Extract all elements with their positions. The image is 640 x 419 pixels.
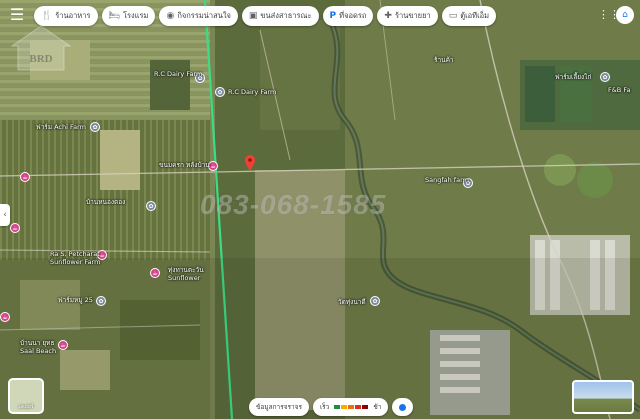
hotel-icon: 🛏 [108, 10, 120, 21]
chip-parking[interactable]: P ที่จอดรถ [322, 6, 374, 26]
camera-icon: ◉ [166, 10, 175, 21]
bus-icon: ▣ [248, 10, 258, 21]
chip-things-to-do[interactable]: ◉ กิจกรรมน่าสนใจ [159, 6, 238, 26]
layers-button[interactable]: เลเยอร์ [8, 378, 44, 414]
place-label[interactable]: ขนมครก หลังบ้าน [159, 161, 210, 169]
parking-icon: P [329, 10, 337, 21]
layers-label: เลเยอร์ [18, 404, 34, 410]
chip-hotels[interactable]: 🛏 โรงแรม [101, 6, 156, 26]
pharmacy-icon: ✚ [384, 10, 392, 21]
place-icon[interactable]: ✿ [600, 72, 610, 82]
location-toggle[interactable] [392, 398, 414, 416]
place-icon[interactable]: ☕ [58, 340, 68, 350]
traffic-scale [334, 405, 369, 409]
apps-grid-icon[interactable]: ⋮⋮ [598, 8, 620, 22]
traffic-info-button[interactable]: ข้อมูลการจราจร [249, 398, 309, 416]
location-dot-icon [399, 403, 407, 411]
place-icon[interactable]: ☕ [10, 223, 20, 233]
place-label[interactable]: ฟาร์มเลี้ยงไก่ [555, 73, 591, 81]
account-avatar[interactable]: ⌂ [616, 6, 634, 24]
place-label[interactable]: บ้านนา ยุทธ Saal Beach [20, 339, 56, 355]
place-icon[interactable]: ✿ [90, 122, 100, 132]
chip-pharmacy[interactable]: ✚ ร้านขายยา [377, 6, 438, 26]
chip-atm[interactable]: ▭ ตู้เอทีเอ็ม [441, 6, 497, 26]
place-icon[interactable]: ✿ [96, 296, 106, 306]
chip-transit[interactable]: ▣ ขนส่งสาธารณะ [241, 6, 319, 26]
place-icon[interactable]: ✿ [370, 296, 380, 306]
place-label[interactable]: R.C Dairy Farm [154, 70, 202, 78]
place-label[interactable]: วัดทุ่งนาดี [338, 298, 366, 306]
category-chip-bar: 🍴 ร้านอาหาร 🛏 โรงแรม ◉ กิจกรรมน่าสนใจ ▣ ขนส่… [34, 6, 497, 28]
restaurant-icon: 🍴 [41, 10, 53, 21]
place-label[interactable]: บ้านหนองตอง [86, 198, 125, 206]
place-label[interactable]: ฟาร์ม Achi Farm [36, 123, 86, 131]
place-icon[interactable]: ✿ [215, 87, 225, 97]
watermark-phone: 083-068-1585 [200, 189, 387, 220]
place-label[interactable]: ทุ่งทานตะวัน Sunflower [168, 266, 204, 282]
place-label[interactable]: F&B Fa [608, 86, 630, 94]
street-view-preview[interactable] [572, 380, 634, 414]
atm-icon: ▭ [448, 10, 458, 21]
location-pin-icon[interactable] [245, 155, 255, 171]
traffic-legend: เร็ว ช้า [312, 398, 389, 416]
watermark-logo-text: BRD [29, 53, 52, 65]
place-label[interactable]: ร้านค้า [434, 56, 454, 64]
place-label[interactable]: Sangfah farm [425, 176, 469, 184]
watermark-logo: BRD [10, 25, 72, 71]
place-icon[interactable]: ☕ [150, 268, 160, 278]
bottom-toolbar: ข้อมูลการจราจร เร็ว ช้า [249, 398, 414, 416]
collapse-side-panel-button[interactable]: ‹ [0, 204, 10, 226]
chip-restaurants[interactable]: 🍴 ร้านอาหาร [34, 6, 98, 26]
place-label[interactable]: R.C Dairy Farm [228, 88, 276, 96]
menu-icon[interactable]: ☰ [6, 6, 28, 26]
place-icon[interactable]: ☕ [20, 172, 30, 182]
place-icon[interactable]: ☕ [0, 312, 10, 322]
place-icon[interactable]: ✿ [146, 201, 156, 211]
satellite-map[interactable]: ✿ R.C Dairy Farm ✿ R.C Dairy Farm ✿ ฟาร์… [0, 0, 640, 419]
place-label[interactable]: Ra S. Petcharat Sunflower Farm [50, 250, 101, 266]
place-label[interactable]: ฟาร์มหมู 25 [58, 296, 93, 304]
